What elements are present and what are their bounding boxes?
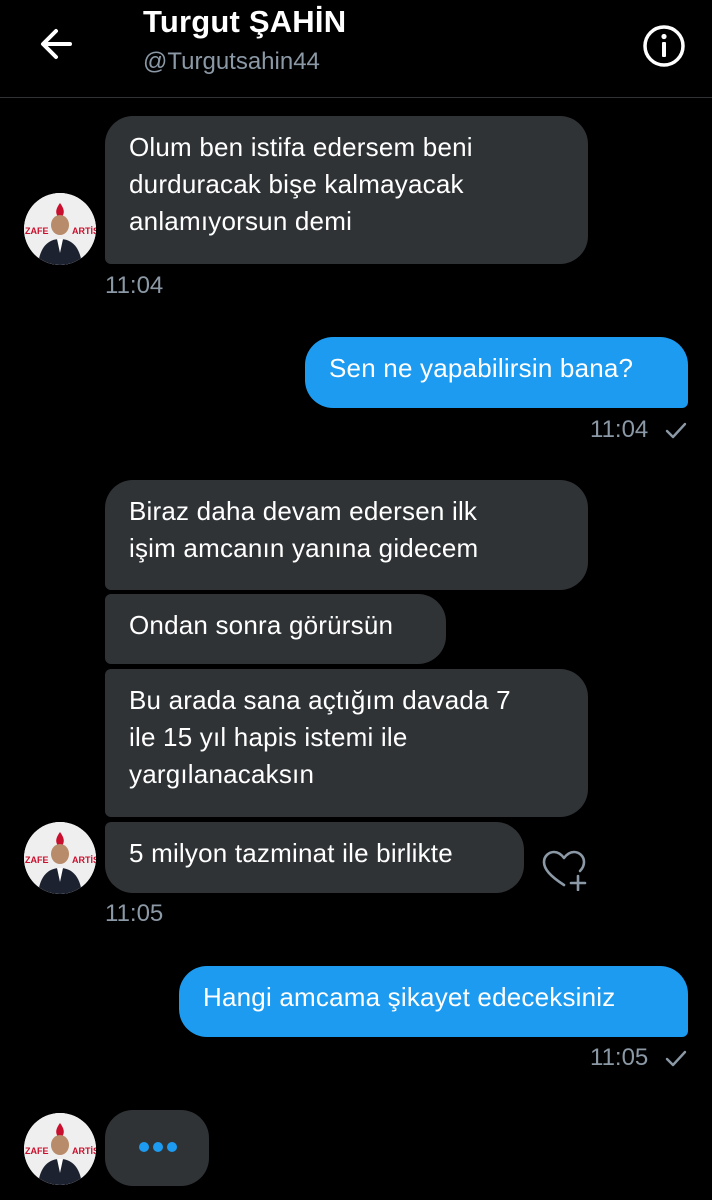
message-bubble-outgoing[interactable]: Sen ne yapabilirsin bana? (305, 337, 688, 408)
message-bubble-incoming[interactable]: Biraz daha devam edersen ilk işim amcanı… (105, 480, 588, 590)
avatar[interactable]: ZAFE ARTİS (24, 193, 96, 265)
typing-dot (153, 1142, 163, 1152)
avatar[interactable]: ZAFE ARTİS (24, 822, 96, 894)
svg-text:ZAFE: ZAFE (25, 1146, 49, 1156)
svg-text:ARTİS: ARTİS (72, 1146, 96, 1156)
message-bubble-outgoing[interactable]: Hangi amcama şikayet edeceksiniz (179, 966, 688, 1037)
svg-text:ZAFE: ZAFE (25, 226, 49, 236)
user-handle[interactable]: @Turgutsahin44 (143, 48, 320, 76)
message-status: 11:05 (590, 1044, 687, 1072)
message-bubble-incoming[interactable]: Bu arada sana açtığım davada 7 ile 15 yı… (105, 669, 588, 817)
message-status: 11:04 (590, 416, 687, 444)
avatar-image: ZAFE ARTİS (24, 193, 96, 265)
message-timestamp: 11:05 (590, 1044, 649, 1071)
message-bubble-incoming[interactable]: Olum ben istifa edersem beni durduracak … (105, 116, 588, 264)
message-timestamp: 11:04 (105, 272, 164, 299)
conversation-title[interactable]: Turgut ŞAHİN (143, 4, 346, 40)
svg-text:ARTİS: ARTİS (72, 855, 96, 865)
message-bubble-incoming[interactable]: 5 milyon tazminat ile birlikte (105, 822, 524, 893)
typing-indicator (105, 1110, 209, 1186)
avatar-image: ZAFE ARTİS (24, 822, 96, 894)
typing-dot (167, 1142, 177, 1152)
checkmark-icon (665, 422, 687, 438)
message-timestamp: 11:05 (105, 900, 164, 927)
arrow-left-icon[interactable] (34, 22, 78, 66)
message-bubble-incoming[interactable]: Ondan sonra görürsün (105, 594, 446, 664)
avatar-image: ZAFE ARTİS (24, 1113, 96, 1185)
svg-text:ZAFE: ZAFE (25, 855, 49, 865)
info-icon[interactable] (640, 22, 688, 70)
checkmark-icon (665, 1050, 687, 1066)
typing-dot (139, 1142, 149, 1152)
conversation-header: Turgut ŞAHİN @Turgutsahin44 (0, 0, 712, 98)
heart-plus-icon[interactable] (540, 849, 588, 891)
svg-text:ARTİS: ARTİS (72, 226, 96, 236)
avatar[interactable]: ZAFE ARTİS (24, 1113, 96, 1185)
message-timestamp: 11:04 (590, 416, 649, 443)
